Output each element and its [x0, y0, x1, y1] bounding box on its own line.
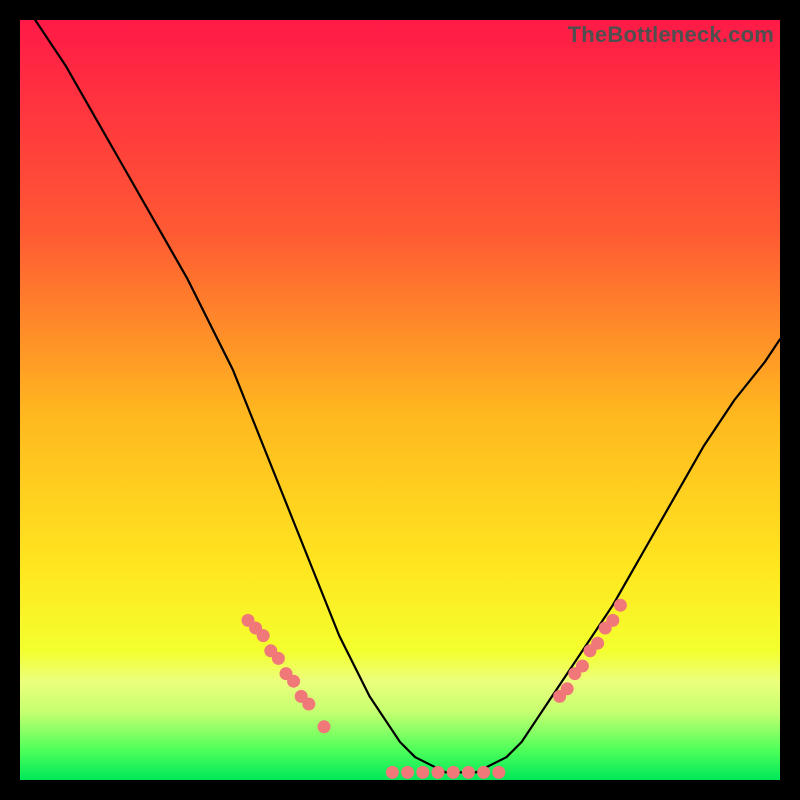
marker-dot: [606, 614, 619, 627]
marker-dot: [614, 599, 627, 612]
gradient-background: [20, 20, 780, 780]
marker-dot: [302, 698, 315, 711]
chart-frame: TheBottleneck.com: [20, 20, 780, 780]
marker-dot: [576, 660, 589, 673]
watermark-text: TheBottleneck.com: [568, 22, 774, 48]
marker-dot: [462, 766, 475, 779]
marker-dot: [287, 675, 300, 688]
marker-dot: [272, 652, 285, 665]
bottleneck-chart: [20, 20, 780, 780]
marker-dot: [432, 766, 445, 779]
marker-dot: [257, 629, 270, 642]
marker-dot: [492, 766, 505, 779]
marker-dot: [561, 682, 574, 695]
marker-dot: [318, 720, 331, 733]
marker-dot: [416, 766, 429, 779]
marker-dot: [447, 766, 460, 779]
marker-dot: [591, 637, 604, 650]
marker-dot: [401, 766, 414, 779]
marker-dot: [386, 766, 399, 779]
marker-dot: [477, 766, 490, 779]
